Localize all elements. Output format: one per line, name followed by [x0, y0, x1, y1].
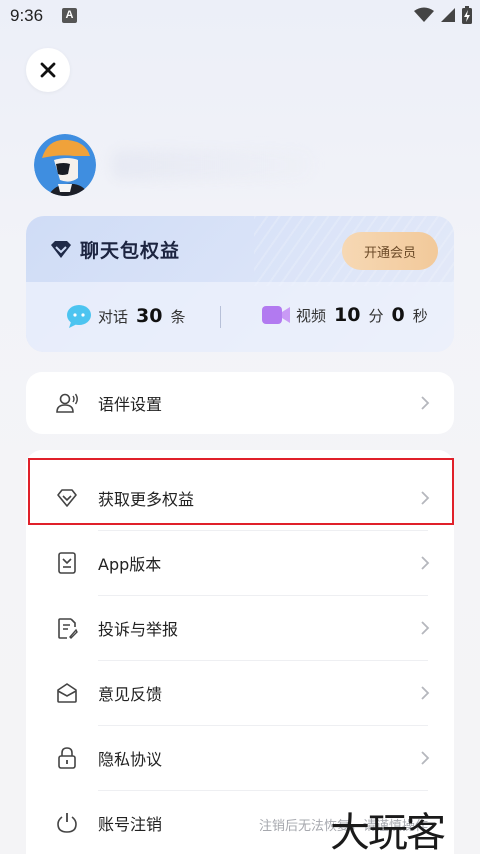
close-icon [40, 62, 56, 78]
chat-stat: 对话 30 条 [66, 304, 185, 328]
close-button[interactable] [26, 48, 70, 92]
avatar[interactable] [34, 134, 96, 196]
video-minutes: 10 [334, 304, 361, 326]
benefits-stats: 对话 30 条 视频 10 分 0 秒 [26, 282, 454, 352]
menu-label: 意见反馈 [98, 685, 163, 704]
menu-label: App版本 [98, 555, 162, 574]
menu-label: 语伴设置 [98, 395, 163, 414]
benefits-header: 聊天包权益 [50, 236, 180, 263]
benefits-card: 聊天包权益 开通会员 对话 30 条 视频 10 分 0 秒 [26, 216, 454, 352]
wifi-icon [414, 7, 434, 22]
companion-card: 语伴设置 [26, 372, 454, 434]
chat-unit: 条 [170, 307, 186, 326]
stat-divider [220, 306, 221, 328]
video-min-unit: 分 [368, 306, 384, 325]
status-icons [414, 6, 472, 24]
chat-bubble-icon [67, 305, 91, 328]
avatar-image [34, 134, 96, 196]
video-camera-icon [262, 306, 290, 324]
video-seconds: 0 [391, 304, 405, 326]
open-vip-button[interactable]: 开通会员 [342, 232, 438, 270]
chevron-right-icon [421, 396, 430, 410]
download-box-icon [58, 552, 76, 574]
video-sec-unit: 秒 [412, 306, 428, 325]
feedback-envelope-icon [57, 683, 77, 703]
status-time: 9:36 [10, 6, 44, 25]
menu-item-feedback[interactable]: 意见反馈 [26, 661, 454, 725]
chat-count: 30 [136, 305, 163, 327]
menu-item-companion-settings[interactable]: 语伴设置 [26, 372, 454, 434]
chevron-right-icon [421, 686, 430, 700]
lock-icon [58, 747, 76, 769]
notification-icon: A [62, 8, 77, 23]
menu-label: 投诉与举报 [98, 620, 179, 639]
menu-item-app-version[interactable]: App版本 [26, 531, 454, 595]
menu-item-report[interactable]: 投诉与举报 [26, 596, 454, 660]
chevron-right-icon [421, 556, 430, 570]
status-bar: 9:36 A [0, 0, 480, 32]
power-icon [57, 813, 77, 833]
report-doc-icon [58, 618, 78, 639]
watermark-text: 大玩客 [330, 810, 446, 854]
username-blurred [112, 150, 312, 180]
menu-label: 账号注销 [98, 815, 163, 834]
menu-label: 隐私协议 [98, 750, 163, 769]
chat-label: 对话 [98, 307, 129, 326]
chevron-right-icon [421, 621, 430, 635]
chevron-right-icon [421, 751, 430, 765]
heart-diamond-icon [51, 240, 71, 258]
menu-item-privacy[interactable]: 隐私协议 [26, 726, 454, 790]
signal-icon [441, 8, 455, 22]
companion-voice-icon [56, 393, 78, 413]
battery-charging-icon [462, 6, 472, 24]
benefits-title: 聊天包权益 [80, 240, 181, 262]
highlight-box [28, 458, 454, 525]
video-stat: 视频 10 分 0 秒 [262, 304, 428, 326]
video-label: 视频 [296, 306, 327, 325]
